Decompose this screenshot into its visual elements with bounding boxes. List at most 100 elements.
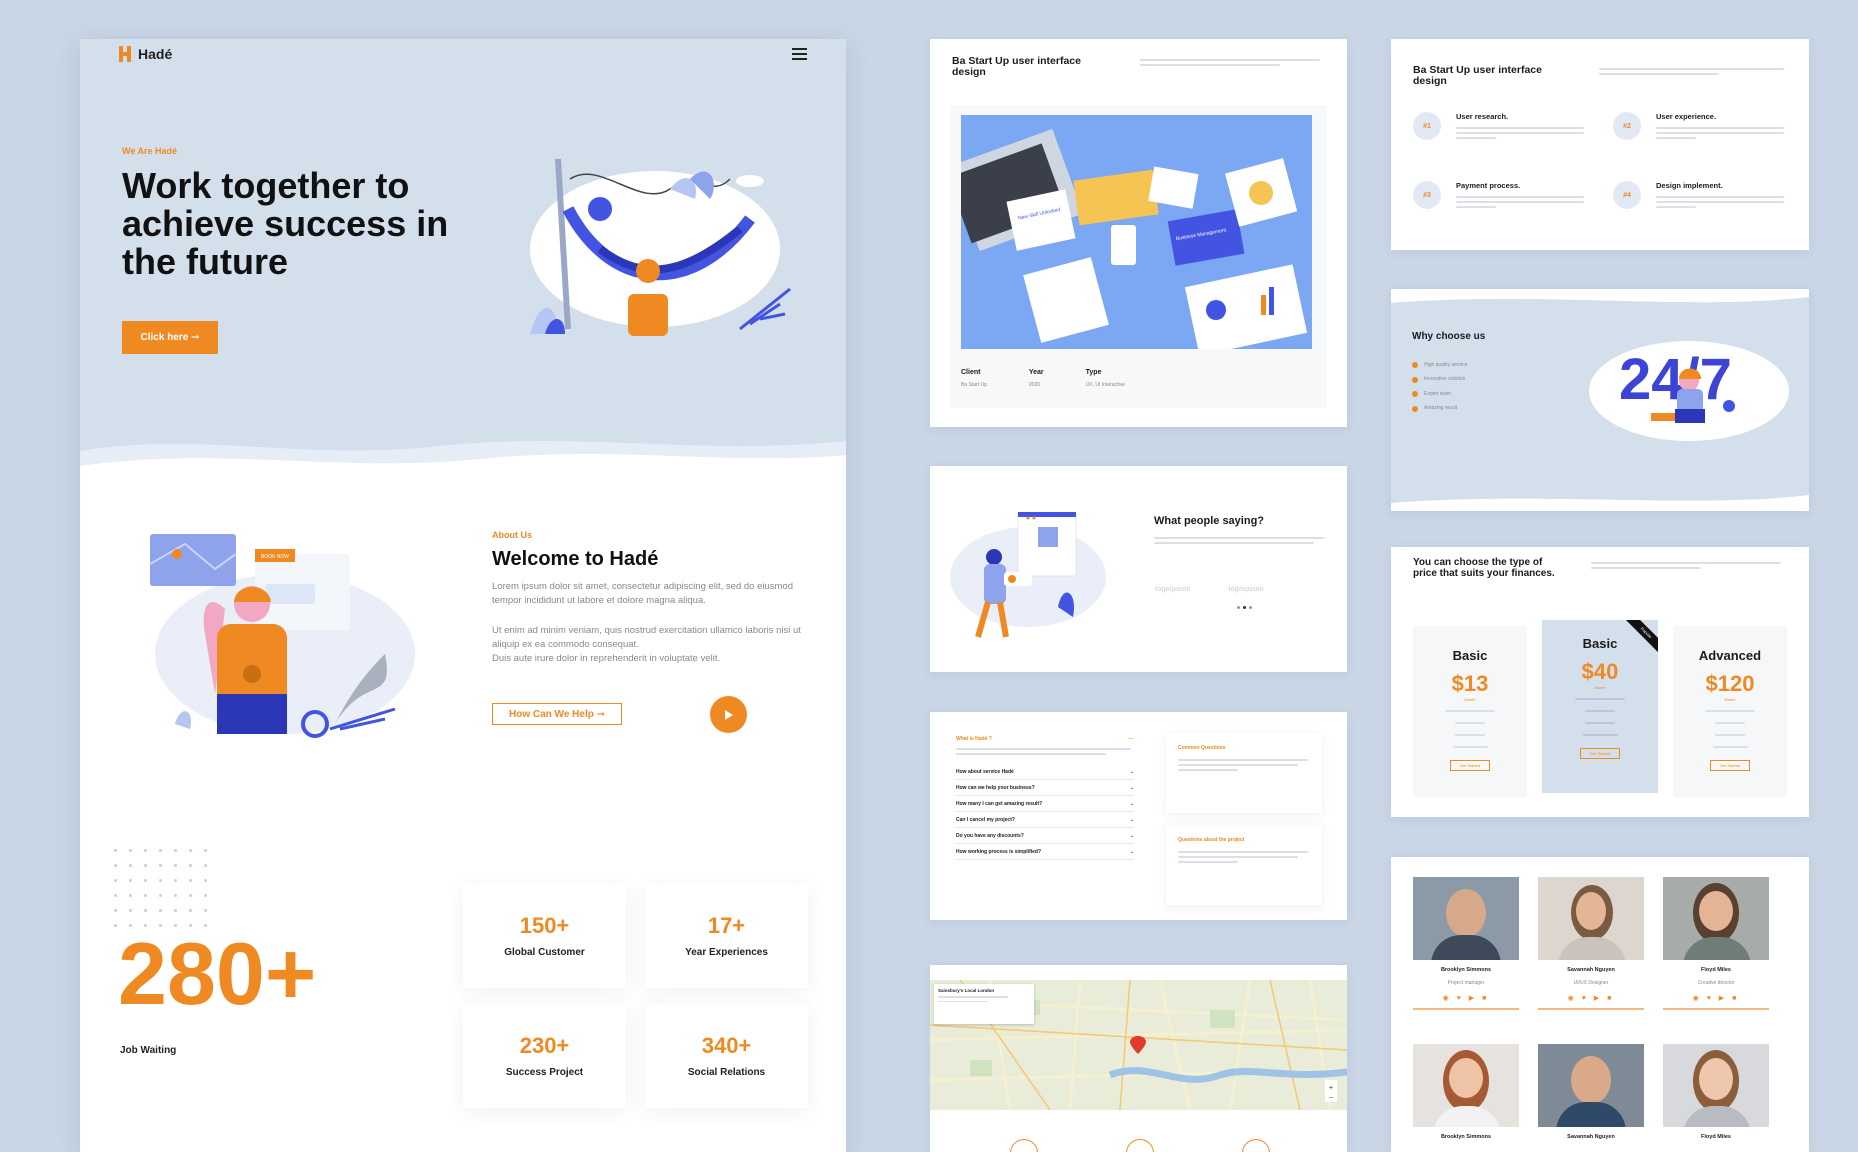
client-logo: logoipsum: [1228, 586, 1264, 593]
chevron-down-icon: ⌄: [1129, 832, 1134, 839]
meta-client: Client Ba Start Up: [961, 369, 987, 388]
stat-card: 230+ Success Project: [463, 1005, 626, 1108]
get-started-button[interactable]: Get Started: [1710, 760, 1750, 771]
portfolio-description: [1140, 56, 1325, 69]
faq-question[interactable]: Do you have any discounts? ⌄: [956, 828, 1134, 844]
hero-eyebrow: We Are Hadé: [122, 146, 178, 156]
hero-title: Work together to achieve success in the …: [122, 165, 449, 282]
carousel-dots[interactable]: [1237, 606, 1252, 609]
play-video-button[interactable]: [710, 696, 747, 733]
testimonial-illustration: [950, 512, 1106, 638]
map-place-popup[interactable]: Sainsbury's Local London: [934, 984, 1034, 1024]
team-member: Brooklyn Simmons: [1413, 1044, 1519, 1140]
team-photo: [1538, 877, 1644, 960]
big-stat-value: 280+: [118, 924, 317, 1023]
process-step: #2 User experience.: [1613, 112, 1793, 162]
hero-click-button[interactable]: Click here ➞: [122, 321, 218, 354]
svg-text:+: +: [1329, 1083, 1334, 1092]
chevron-down-icon: ⌄: [1129, 848, 1134, 855]
social-icons[interactable]: ◉ ♥ ▶ ■: [1413, 994, 1519, 1002]
how-can-we-help-button[interactable]: How Can We Help ➞: [492, 703, 622, 725]
team-card: Brooklyn Simmons Project manager ◉ ♥ ▶ ■…: [1391, 857, 1809, 1152]
why-wave-top: [1391, 289, 1809, 303]
faq-question[interactable]: Can I cancel my project? ⌄: [956, 812, 1134, 828]
brand-name: Hadé: [138, 46, 173, 62]
social-icons[interactable]: ◉ ♥ ▶ ■: [1663, 994, 1769, 1002]
client-logo: logoipsum: [1155, 586, 1191, 593]
contact-icon[interactable]: [1126, 1139, 1154, 1152]
process-step: #1 User research.: [1413, 112, 1593, 162]
pricing-description: [1591, 559, 1791, 572]
faq-question[interactable]: How many I can get amazing result? ⌄: [956, 796, 1134, 812]
big-stat-label: Job Waiting: [120, 1045, 177, 1056]
why-title: Why choose us: [1412, 331, 1486, 342]
pricing-plan: Advanced $120 Month Get Started: [1673, 626, 1787, 797]
check-icon: [1412, 405, 1418, 412]
portfolio-card: Ba Start Up user interface design New Sk…: [930, 39, 1347, 427]
meta-year: Year 2020: [1028, 369, 1044, 388]
about-paragraph-2: Ut enim ad minim veniam, quis nostrud ex…: [492, 625, 801, 664]
support-24-7-illustration: 24/7: [1589, 341, 1789, 441]
team-member: Savannah Nguyen UI/UX Designer ◉ ♥ ▶ ■: [1538, 877, 1644, 1010]
contact-icons-row: [1010, 1139, 1270, 1152]
faq-side-card: Common Questions: [1166, 733, 1322, 813]
team-photo: [1663, 877, 1769, 960]
about-title: Welcome to Hadé: [492, 548, 659, 570]
get-started-button[interactable]: Get Started: [1580, 748, 1620, 759]
collapse-icon[interactable]: —: [1128, 736, 1134, 742]
process-step: #4 Design implement.: [1613, 181, 1793, 231]
team-photo: [1413, 1044, 1519, 1127]
get-started-button[interactable]: Get Started: [1450, 760, 1490, 771]
team-member: Floyd Miles Creative director ◉ ♥ ▶ ■: [1663, 877, 1769, 1010]
testimonial-card: What people saying? logoipsum logoipsum: [930, 466, 1347, 672]
landing-page: Hadé We Are Hadé Work together to achiev…: [80, 39, 846, 1152]
process-step: #3 Payment process.: [1413, 181, 1593, 231]
chevron-down-icon: ⌄: [1129, 784, 1134, 791]
svg-text:−: −: [1329, 1093, 1334, 1102]
about-eyebrow: About Us: [492, 530, 532, 540]
team-photo: [1663, 1044, 1769, 1127]
book-now-tag: BOOK NOW: [261, 554, 289, 560]
process-description: [1599, 65, 1789, 78]
faq-side-card: Questions about the project: [1166, 825, 1322, 905]
faq-question[interactable]: How working process is simplified? ⌄: [956, 844, 1134, 860]
stat-card: 340+ Social Relations: [645, 1005, 808, 1108]
logo[interactable]: Hadé: [118, 45, 172, 63]
chevron-down-icon: ⌄: [1129, 816, 1134, 823]
testimonial-title: What people saying?: [1154, 515, 1265, 527]
meta-type: Type UX, UI Interactive: [1085, 369, 1125, 388]
contact-icon[interactable]: [1242, 1139, 1270, 1152]
pricing-plan-featured: Popular Basic $40 Month Get Started: [1542, 620, 1658, 793]
about-illustration: BOOK NOW: [149, 534, 415, 738]
team-member: Floyd Miles: [1663, 1044, 1769, 1140]
contact-icon[interactable]: [1010, 1139, 1038, 1152]
faq-open-header[interactable]: What is Hadé ? —: [956, 736, 1134, 742]
check-icon: [1412, 376, 1418, 383]
map-card: + − Sainsbury's Local London: [930, 965, 1347, 1152]
client-logos: logoipsum logoipsum: [1155, 586, 1264, 593]
portfolio-title: Ba Start Up user interface design: [952, 55, 1081, 78]
faq-list: What is Hadé ? — How about service Hadé ⌄…: [956, 736, 1134, 860]
pricing-card: You can choose the type of price that su…: [1391, 547, 1809, 817]
social-icons[interactable]: ◉ ♥ ▶ ■: [1538, 994, 1644, 1002]
check-icon: [1412, 391, 1418, 398]
stat-card: 17+ Year Experiences: [645, 885, 808, 988]
support-graphic-text: 24/7: [1619, 347, 1732, 412]
team-member: Savannah Nguyen: [1538, 1044, 1644, 1140]
hero-wave: [80, 441, 846, 491]
team-photo: [1413, 877, 1519, 960]
process-title: Ba Start Up user interface design: [1413, 64, 1542, 87]
play-icon: [724, 709, 733, 720]
faq-question[interactable]: How about service Hadé ⌄: [956, 764, 1134, 780]
logo-icon: [119, 46, 131, 62]
portfolio-showcase-image: New Skill Unlocked Business Management: [961, 115, 1312, 349]
chevron-down-icon: ⌄: [1129, 800, 1134, 807]
portfolio-meta: Client Ba Start Up Year 2020 Type UX, UI In…: [961, 369, 1125, 389]
team-photo: [1538, 1044, 1644, 1127]
why-list: High quality service Innovative solution…: [1412, 358, 1467, 416]
faq-question[interactable]: How can we help your business? ⌄: [956, 780, 1134, 796]
faq-card: What is Hadé ? — How about service Hadé ⌄…: [930, 712, 1347, 920]
stat-card: 150+ Global Customer: [463, 885, 626, 988]
hamburger-menu-icon[interactable]: [792, 48, 807, 60]
pricing-title: You can choose the type of price that su…: [1413, 557, 1555, 579]
